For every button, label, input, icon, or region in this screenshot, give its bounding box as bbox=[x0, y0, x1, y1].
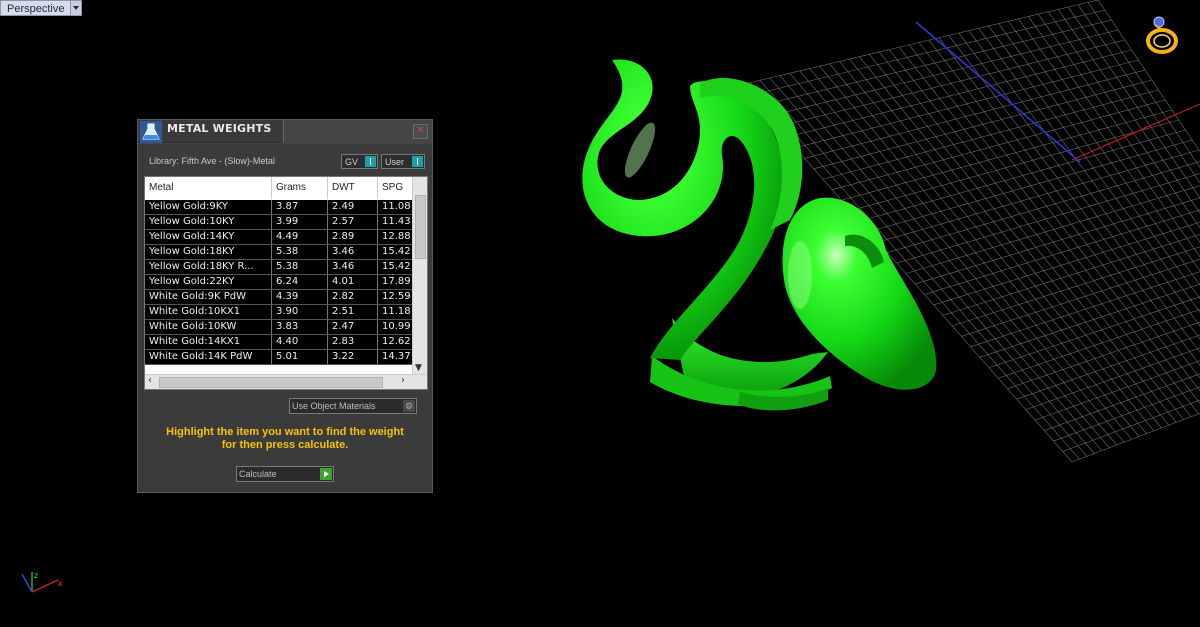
column-header-spg[interactable]: SPG bbox=[378, 177, 413, 199]
column-header-dwt[interactable]: DWT bbox=[328, 177, 378, 199]
grams-cell: 4.40 bbox=[272, 335, 328, 349]
user-toggle-label: User bbox=[385, 157, 405, 167]
toggle-knob-icon bbox=[365, 156, 376, 167]
grams-cell: 5.01 bbox=[272, 350, 328, 364]
table-rows: Yellow Gold:9KY 3.87 2.49 11.08 Yellow Gold:… bbox=[145, 200, 413, 365]
table-row[interactable]: White Gold:10KX1 3.90 2.51 11.18 bbox=[145, 305, 413, 320]
close-icon[interactable]: ✕ bbox=[413, 124, 428, 139]
spg-cell: 12.88 bbox=[378, 230, 413, 244]
spg-cell: 11.08 bbox=[378, 200, 413, 214]
toggle-knob-icon bbox=[412, 156, 423, 167]
play-icon bbox=[320, 468, 332, 480]
column-header-grams[interactable]: Grams bbox=[272, 177, 328, 199]
metal-cell: White Gold:14KX1 bbox=[145, 335, 272, 349]
dwt-cell: 2.51 bbox=[328, 305, 378, 319]
spg-cell: 14.37 bbox=[378, 350, 413, 364]
dwt-cell: 2.83 bbox=[328, 335, 378, 349]
grams-cell: 4.49 bbox=[272, 230, 328, 244]
spg-cell: 11.43 bbox=[378, 215, 413, 229]
vertical-scroll-thumb[interactable] bbox=[415, 195, 426, 259]
instruction-line-2: for then press calculate. bbox=[221, 439, 349, 451]
metal-cell: Yellow Gold:18KY bbox=[145, 245, 272, 259]
svg-text:z: z bbox=[34, 571, 38, 580]
chevron-right-icon[interactable]: › bbox=[401, 375, 405, 386]
viewport-label[interactable]: Perspective bbox=[0, 0, 72, 16]
gv-toggle-label: GV bbox=[345, 157, 359, 167]
instruction-text: Highlight the item you want to find the … bbox=[138, 426, 432, 452]
calculate-label: Calculate bbox=[239, 469, 277, 479]
metal-cell: Yellow Gold:9KY bbox=[145, 200, 272, 214]
spg-cell: 12.62 bbox=[378, 335, 413, 349]
gv-toggle[interactable]: GV bbox=[341, 154, 378, 169]
axis-y-line bbox=[915, 21, 1081, 163]
horizontal-scroll-thumb[interactable] bbox=[159, 377, 383, 388]
dwt-cell: 3.46 bbox=[328, 245, 378, 259]
table-row[interactable]: Yellow Gold:14KY 4.49 2.89 12.88 bbox=[145, 230, 413, 245]
spg-cell: 15.42 bbox=[378, 260, 413, 274]
table-row[interactable]: Yellow Gold:18KY R... 5.38 3.46 15.42 bbox=[145, 260, 413, 275]
metal-cell: Yellow Gold:22KY bbox=[145, 275, 272, 289]
table-row[interactable]: White Gold:14KX1 4.40 2.83 12.62 bbox=[145, 335, 413, 350]
table-header: Metal Grams DWT SPG bbox=[145, 177, 413, 199]
dwt-cell: 2.49 bbox=[328, 200, 378, 214]
grams-cell: 3.87 bbox=[272, 200, 328, 214]
chevron-down-icon[interactable]: ▼ bbox=[415, 363, 422, 373]
grams-cell: 4.39 bbox=[272, 290, 328, 304]
flask-icon bbox=[140, 121, 162, 143]
panel-title: METAL WEIGHTS bbox=[167, 122, 272, 135]
dwt-cell: 2.82 bbox=[328, 290, 378, 304]
spg-cell: 17.89 bbox=[378, 275, 413, 289]
metal-cell: White Gold:14K PdW bbox=[145, 350, 272, 364]
library-label: Library: Fifth Ave - (Slow)-Metal bbox=[149, 156, 275, 166]
spg-cell: 10.99 bbox=[378, 320, 413, 334]
table-row[interactable]: Yellow Gold:18KY 5.38 3.46 15.42 bbox=[145, 245, 413, 260]
spg-cell: 12.59 bbox=[378, 290, 413, 304]
column-header-metal[interactable]: Metal bbox=[145, 177, 272, 199]
grams-cell: 3.99 bbox=[272, 215, 328, 229]
user-toggle[interactable]: User bbox=[381, 154, 425, 169]
viewport-tab[interactable]: Perspective bbox=[0, 0, 83, 16]
dwt-cell: 4.01 bbox=[328, 275, 378, 289]
table-row[interactable]: White Gold:9K PdW 4.39 2.82 12.59 bbox=[145, 290, 413, 305]
table-row[interactable]: Yellow Gold:10KY 3.99 2.57 11.43 bbox=[145, 215, 413, 230]
calculate-button[interactable]: Calculate bbox=[236, 466, 334, 482]
grams-cell: 5.38 bbox=[272, 260, 328, 274]
metal-cell: White Gold:9K PdW bbox=[145, 290, 272, 304]
viewport-menu-arrow-icon[interactable] bbox=[71, 0, 83, 16]
dwt-cell: 2.47 bbox=[328, 320, 378, 334]
svg-text:x: x bbox=[58, 579, 63, 588]
grams-cell: 5.38 bbox=[272, 245, 328, 259]
grams-cell: 3.90 bbox=[272, 305, 328, 319]
metal-cell: White Gold:10KX1 bbox=[145, 305, 272, 319]
vertical-scrollbar[interactable]: ▼ bbox=[412, 177, 427, 375]
table-row[interactable]: Yellow Gold:9KY 3.87 2.49 11.08 bbox=[145, 200, 413, 215]
gear-icon[interactable]: ⚙ bbox=[403, 400, 415, 412]
axis-gizmo-icon: z x bbox=[21, 571, 63, 593]
spg-cell: 11.18 bbox=[378, 305, 413, 319]
table-row[interactable]: Yellow Gold:22KY 6.24 4.01 17.89 bbox=[145, 275, 413, 290]
instruction-line-1: Highlight the item you want to find the … bbox=[166, 426, 404, 438]
table-row[interactable]: White Gold:10KW 3.83 2.47 10.99 bbox=[145, 320, 413, 335]
panel-title-tab: METAL WEIGHTS bbox=[138, 120, 284, 143]
grams-cell: 3.83 bbox=[272, 320, 328, 334]
horizontal-scrollbar[interactable]: ‹ › bbox=[145, 374, 427, 389]
materials-option-label: Use Object Materials bbox=[292, 401, 376, 411]
metal-weights-panel: METAL WEIGHTS ✕ Library: Fifth Ave - (Sl… bbox=[137, 119, 433, 493]
grams-cell: 6.24 bbox=[272, 275, 328, 289]
table-row[interactable]: White Gold:14K PdW 5.01 3.22 14.37 bbox=[145, 350, 413, 365]
use-object-materials-select[interactable]: Use Object Materials ⚙ bbox=[289, 398, 417, 414]
metal-cell: Yellow Gold:14KY bbox=[145, 230, 272, 244]
metal-cell: Yellow Gold:10KY bbox=[145, 215, 272, 229]
metal-cell: White Gold:10KW bbox=[145, 320, 272, 334]
spg-cell: 15.42 bbox=[378, 245, 413, 259]
chevron-left-icon[interactable]: ‹ bbox=[148, 375, 152, 386]
dwt-cell: 2.89 bbox=[328, 230, 378, 244]
dwt-cell: 3.46 bbox=[328, 260, 378, 274]
metal-cell: Yellow Gold:18KY R... bbox=[145, 260, 272, 274]
ring-icon[interactable] bbox=[1142, 14, 1182, 56]
dwt-cell: 3.22 bbox=[328, 350, 378, 364]
metal-table[interactable]: Metal Grams DWT SPG Yellow Gold:9KY 3.87 2… bbox=[144, 176, 428, 390]
dwt-cell: 2.57 bbox=[328, 215, 378, 229]
panel-titlebar[interactable]: METAL WEIGHTS ✕ bbox=[138, 120, 432, 144]
